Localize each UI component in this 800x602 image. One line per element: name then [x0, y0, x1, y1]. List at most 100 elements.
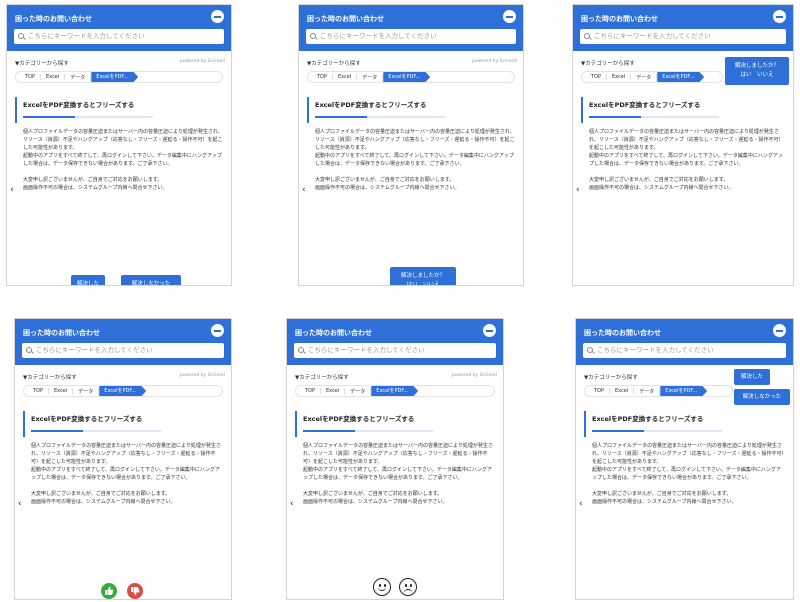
- widget-header: 困った時のお問い合わせ こちらにキーワードを入力してください: [7, 5, 231, 51]
- breadcrumb-current: ExcelをPDF...: [99, 386, 147, 396]
- chevron-left-icon[interactable]: ‹: [576, 185, 580, 195]
- breadcrumb-data[interactable]: データ: [65, 73, 92, 81]
- article: ExcelをPDF変換するとフリーズする 個人プロファイルデータの容量圧迫または…: [581, 97, 785, 192]
- search-input[interactable]: こちらにキーワードを入力してください: [580, 29, 786, 44]
- unsolved-button[interactable]: 解決しなかった: [734, 389, 790, 405]
- smiley-face-icon[interactable]: [373, 578, 391, 596]
- search-input[interactable]: こちらにキーワードを入力してください: [294, 343, 496, 358]
- chevron-left-icon[interactable]: ‹: [18, 499, 22, 509]
- title-underline: [31, 430, 161, 432]
- breadcrumb: TOP Excel データ ExcelをPDF...: [581, 71, 723, 83]
- breadcrumb-top[interactable]: TOP: [586, 74, 608, 80]
- solved-button[interactable]: 解決した: [71, 275, 105, 285]
- article-para: 大変申し訳ございませんが、ご自身でご対応をお願いします。: [589, 177, 729, 183]
- article: ExcelをPDF変換するとフリーズする 個人プロファイルデータの容量圧迫または…: [584, 411, 785, 506]
- minus-icon[interactable]: [211, 324, 224, 337]
- widget-title: 困った時のお問い合わせ: [295, 329, 372, 337]
- breadcrumb-excel[interactable]: Excel: [607, 74, 632, 80]
- article-para: 起動中のアプリをすべて終了して、再ログインして下さい。データ編集中にハングアップ…: [23, 153, 222, 167]
- chat-widget-variant-3: 困った時のお問い合わせ こちらにキーワードを入力してください ▼カテゴリーから探…: [572, 4, 794, 286]
- article-para: 個人プロファイルデータの容量圧迫またはサーバー内の容量圧迫により処理が発生され、…: [315, 129, 515, 151]
- solved-button[interactable]: 解決した: [734, 369, 770, 385]
- chat-widget-variant-6: 困った時のお問い合わせ こちらにキーワードを入力してください ▼カテゴリーから探…: [575, 318, 794, 600]
- breadcrumb-excel[interactable]: Excel: [41, 74, 66, 80]
- yes-no-buttons[interactable]: はい いいえ: [725, 71, 789, 80]
- breadcrumb-data[interactable]: データ: [631, 73, 658, 81]
- accent-bar: [15, 97, 17, 123]
- article-title: ExcelをPDF変換するとフリーズする: [23, 101, 135, 109]
- breadcrumb-data[interactable]: データ: [345, 387, 372, 395]
- category-toggle[interactable]: ▼カテゴリーから探す: [15, 59, 69, 67]
- search-icon: [26, 347, 32, 353]
- accent-bar: [23, 411, 25, 437]
- title-underline: [592, 430, 722, 432]
- article-para: 大変申し訳ございませんが、ご自身でご対応をお願いします。: [315, 177, 455, 183]
- minus-icon[interactable]: [503, 10, 516, 23]
- breadcrumb-top[interactable]: TOP: [20, 74, 42, 80]
- article-para: 大変申し訳ございませんが、ご自身でご対応をお願いします。: [31, 491, 171, 497]
- widget-title: 困った時のお問い合わせ: [15, 15, 92, 23]
- category-toggle[interactable]: ▼カテゴリーから探す: [307, 59, 361, 67]
- article-para: 起動中のアプリをすべて終了して、再ログインして下さい。データ編集中にハングアップ…: [303, 467, 492, 481]
- breadcrumb-top[interactable]: TOP: [312, 74, 334, 80]
- chevron-left-icon[interactable]: ‹: [290, 499, 294, 509]
- title-underline: [315, 116, 445, 118]
- chat-widget-variant-1: 困った時のお問い合わせ こちらにキーワードを入力してください ▼カテゴリーから探…: [6, 4, 232, 286]
- thumbs-down-icon[interactable]: [127, 583, 143, 599]
- minus-icon[interactable]: [773, 324, 786, 337]
- frowny-face-icon[interactable]: [399, 578, 417, 596]
- widget-header: 困った時のお問い合わせ こちらにキーワードを入力してください: [15, 319, 231, 365]
- yes-no-buttons[interactable]: はい いいえ: [390, 281, 456, 285]
- breadcrumb-excel[interactable]: Excel: [333, 74, 358, 80]
- article-para: 画面操作不可の場合は、システムグループ内線へ問合せ下さい。: [303, 499, 448, 505]
- category-toggle[interactable]: ▼カテゴリーから探す: [581, 59, 635, 67]
- breadcrumb: TOP Excel データ ExcelをPDF...: [295, 385, 495, 397]
- article-para: 画面操作不可の場合は、システムグループ内線へ問合せ下さい。: [589, 185, 734, 191]
- article-para: 個人プロファイルデータの容量圧迫またはサーバー内の容量圧迫により処理が発生され、…: [589, 129, 784, 151]
- article: ExcelをPDF変換するとフリーズする 個人プロファイルデータの容量圧迫または…: [295, 411, 495, 506]
- category-toggle[interactable]: ▼カテゴリーから探す: [295, 373, 349, 381]
- search-input[interactable]: こちらにキーワードを入力してください: [306, 29, 516, 44]
- minus-icon[interactable]: [773, 10, 786, 23]
- article-para: 個人プロファイルデータの容量圧迫またはサーバー内の容量圧迫により処理が発生され、…: [31, 443, 221, 465]
- chevron-left-icon[interactable]: ‹: [579, 499, 583, 509]
- thumbs-up-icon[interactable]: [101, 583, 117, 599]
- accent-bar: [295, 411, 297, 437]
- breadcrumb-data[interactable]: データ: [634, 387, 661, 395]
- search-input[interactable]: こちらにキーワードを入力してください: [14, 29, 224, 44]
- breadcrumb-top[interactable]: TOP: [300, 388, 322, 394]
- search-icon: [584, 33, 590, 39]
- minus-icon[interactable]: [483, 324, 496, 337]
- search-icon: [18, 33, 24, 39]
- accent-bar: [581, 97, 583, 123]
- chevron-left-icon[interactable]: ‹: [302, 185, 306, 195]
- search-icon: [587, 347, 593, 353]
- category-toggle[interactable]: ▼カテゴリーから探す: [584, 373, 638, 381]
- search-icon: [310, 33, 316, 39]
- breadcrumb-excel[interactable]: Excel: [610, 388, 635, 394]
- search-input[interactable]: こちらにキーワードを入力してください: [583, 343, 786, 358]
- article-body: 個人プロファイルデータの容量圧迫またはサーバー内の容量圧迫により処理が発生され、…: [592, 442, 785, 506]
- breadcrumb-data[interactable]: データ: [357, 73, 384, 81]
- search-input[interactable]: こちらにキーワードを入力してください: [22, 343, 224, 358]
- article-para: 起動中のアプリをすべて終了して、再ログインして下さい。データ編集中にハングアップ…: [31, 467, 220, 481]
- unsolved-button[interactable]: 解決しなかった: [121, 275, 181, 285]
- breadcrumb-data[interactable]: データ: [73, 387, 100, 395]
- article-para: 画面操作不可の場合は、システムグループ内線へ問合せ下さい。: [592, 499, 737, 505]
- breadcrumb-excel[interactable]: Excel: [321, 388, 346, 394]
- article-para: 画面操作不可の場合は、システムグループ内線へ問合せ下さい。: [23, 185, 168, 191]
- solved-question: 解決しましたか？: [400, 273, 445, 279]
- minus-icon[interactable]: [211, 10, 224, 23]
- article-title: ExcelをPDF変換するとフリーズする: [589, 101, 701, 109]
- article-body: 個人プロファイルデータの容量圧迫またはサーバー内の容量圧迫により処理が発生され、…: [315, 128, 515, 192]
- solved-question: 解決しましたか？: [734, 63, 779, 69]
- solved-question-box: 解決しましたか？ はい いいえ: [390, 267, 456, 285]
- breadcrumb: TOP Excel データ ExcelをPDF...: [307, 71, 515, 83]
- chevron-left-icon[interactable]: ‹: [10, 185, 14, 195]
- breadcrumb-top[interactable]: TOP: [28, 388, 50, 394]
- breadcrumb-excel[interactable]: Excel: [49, 388, 74, 394]
- category-toggle[interactable]: ▼カテゴリーから探す: [23, 373, 77, 381]
- widget-header: 困った時のお問い合わせ こちらにキーワードを入力してください: [576, 319, 793, 365]
- search-icon: [298, 347, 304, 353]
- breadcrumb-top[interactable]: TOP: [589, 388, 611, 394]
